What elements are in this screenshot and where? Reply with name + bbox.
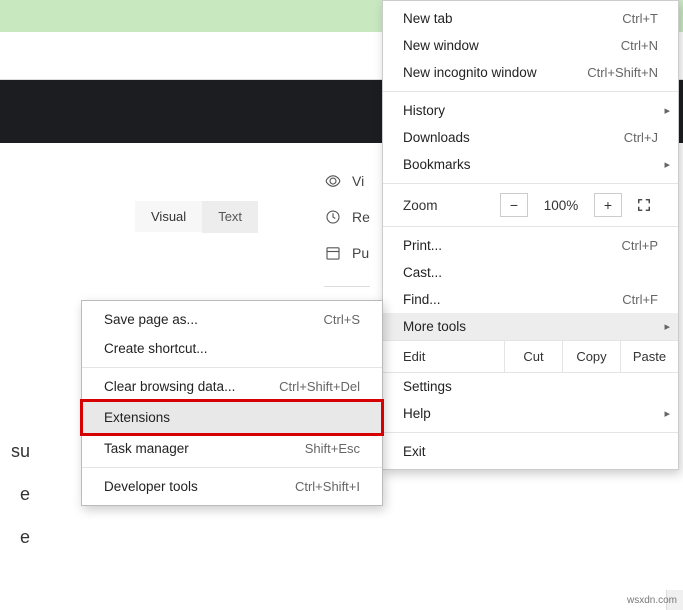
more-tools-submenu: Save page as...Ctrl+S Create shortcut...… (81, 300, 383, 506)
menu-edit-row: Edit Cut Copy Paste (383, 340, 678, 373)
submenu-clear-browsing-data[interactable]: Clear browsing data...Ctrl+Shift+Del (82, 372, 382, 401)
menu-cast[interactable]: Cast... (383, 259, 678, 286)
eye-icon (324, 172, 342, 190)
publish-row[interactable]: Pu (324, 244, 370, 262)
menu-print[interactable]: Print...Ctrl+P (383, 232, 678, 259)
menu-zoom-row: Zoom − 100% + (383, 189, 678, 221)
zoom-label: Zoom (403, 198, 492, 213)
zoom-in-button[interactable]: + (594, 193, 622, 217)
calendar-icon (324, 244, 342, 262)
submenu-save-page[interactable]: Save page as...Ctrl+S (82, 305, 382, 334)
editor-side-icons: Vi Re Pu (324, 172, 370, 287)
edit-copy-button[interactable]: Copy (562, 341, 620, 372)
page-body-fragment: su e e (0, 430, 30, 560)
menu-help[interactable]: Help (383, 400, 678, 427)
edit-cut-button[interactable]: Cut (504, 341, 562, 372)
tab-visual[interactable]: Visual (135, 201, 202, 233)
zoom-value: 100% (536, 198, 586, 213)
menu-new-tab[interactable]: New tabCtrl+T (383, 5, 678, 32)
menu-downloads[interactable]: DownloadsCtrl+J (383, 124, 678, 151)
menu-bookmarks[interactable]: Bookmarks (383, 151, 678, 178)
menu-new-incognito[interactable]: New incognito windowCtrl+Shift+N (383, 59, 678, 86)
submenu-task-manager[interactable]: Task managerShift+Esc (82, 434, 382, 463)
menu-more-tools[interactable]: More tools (383, 313, 678, 340)
edit-paste-button[interactable]: Paste (620, 341, 678, 372)
revisions-row[interactable]: Re (324, 208, 370, 226)
visibility-row[interactable]: Vi (324, 172, 370, 190)
menu-new-window[interactable]: New windowCtrl+N (383, 32, 678, 59)
chrome-main-menu: New tabCtrl+T New windowCtrl+N New incog… (382, 0, 679, 470)
source-watermark: wsxdn.com (627, 595, 677, 606)
menu-exit[interactable]: Exit (383, 438, 678, 465)
fullscreen-icon (637, 198, 651, 212)
edit-label: Edit (383, 341, 504, 372)
history-icon (324, 208, 342, 226)
submenu-extensions[interactable]: Extensions (82, 401, 382, 434)
fullscreen-button[interactable] (630, 198, 658, 212)
submenu-developer-tools[interactable]: Developer toolsCtrl+Shift+I (82, 472, 382, 501)
tab-text[interactable]: Text (202, 201, 258, 233)
menu-settings[interactable]: Settings (383, 373, 678, 400)
zoom-out-button[interactable]: − (500, 193, 528, 217)
menu-history[interactable]: History (383, 97, 678, 124)
menu-find[interactable]: Find...Ctrl+F (383, 286, 678, 313)
submenu-create-shortcut[interactable]: Create shortcut... (82, 334, 382, 363)
